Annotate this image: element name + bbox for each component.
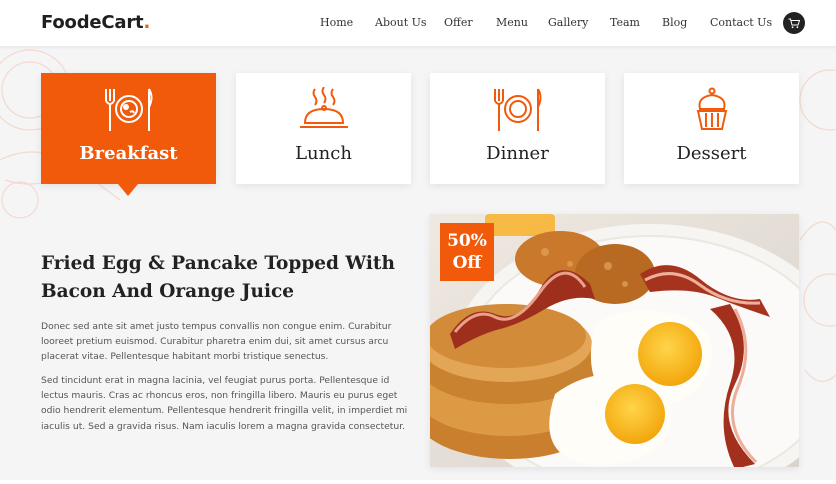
cart-button[interactable]	[783, 12, 805, 34]
breakfast-plate-icon	[104, 88, 152, 131]
nav-contact-us[interactable]: Contact Us	[710, 16, 772, 29]
active-card-pointer	[118, 184, 138, 196]
nav-about-us[interactable]: About Us	[375, 16, 427, 29]
nav-offer[interactable]: Offer	[444, 16, 473, 29]
plate-cutlery-icon	[493, 88, 541, 131]
discount-word: Off	[452, 253, 482, 273]
brand-dot: .	[143, 12, 151, 33]
nav-blog[interactable]: Blog	[662, 16, 687, 29]
brand-logo[interactable]: FoodeCart.	[41, 12, 150, 33]
category-label: Lunch	[295, 143, 352, 164]
brand-name: FoodeCart	[41, 12, 144, 33]
category-card-lunch[interactable]: Lunch	[236, 73, 411, 184]
dish-title: Fried Egg & Pancake Topped With Bacon An…	[41, 253, 395, 302]
dish-description-1: Donec sed ante sit amet justo tempus con…	[41, 321, 392, 363]
category-label: Breakfast	[79, 143, 178, 164]
dish-description-2: Sed tincidunt erat in magna lacinia, vel…	[41, 375, 408, 432]
section-divider	[0, 480, 836, 484]
category-card-dessert[interactable]: Dessert	[624, 73, 799, 184]
category-label: Dinner	[486, 143, 549, 164]
cloche-icon	[299, 87, 348, 128]
discount-percent: 50%	[447, 231, 487, 251]
cart-icon	[788, 18, 800, 28]
nav-gallery[interactable]: Gallery	[548, 16, 588, 29]
category-card-dinner[interactable]: Dinner	[430, 73, 605, 184]
cupcake-icon	[696, 87, 727, 130]
nav-menu[interactable]: Menu	[496, 16, 528, 29]
nav-team[interactable]: Team	[610, 16, 640, 29]
site-header: FoodeCart. Home About Us Offer Menu Gall…	[0, 0, 836, 46]
category-card-breakfast[interactable]: Breakfast	[41, 73, 216, 184]
category-label: Dessert	[676, 143, 747, 164]
nav-home[interactable]: Home	[320, 16, 353, 29]
discount-badge: 50% Off	[440, 223, 494, 281]
